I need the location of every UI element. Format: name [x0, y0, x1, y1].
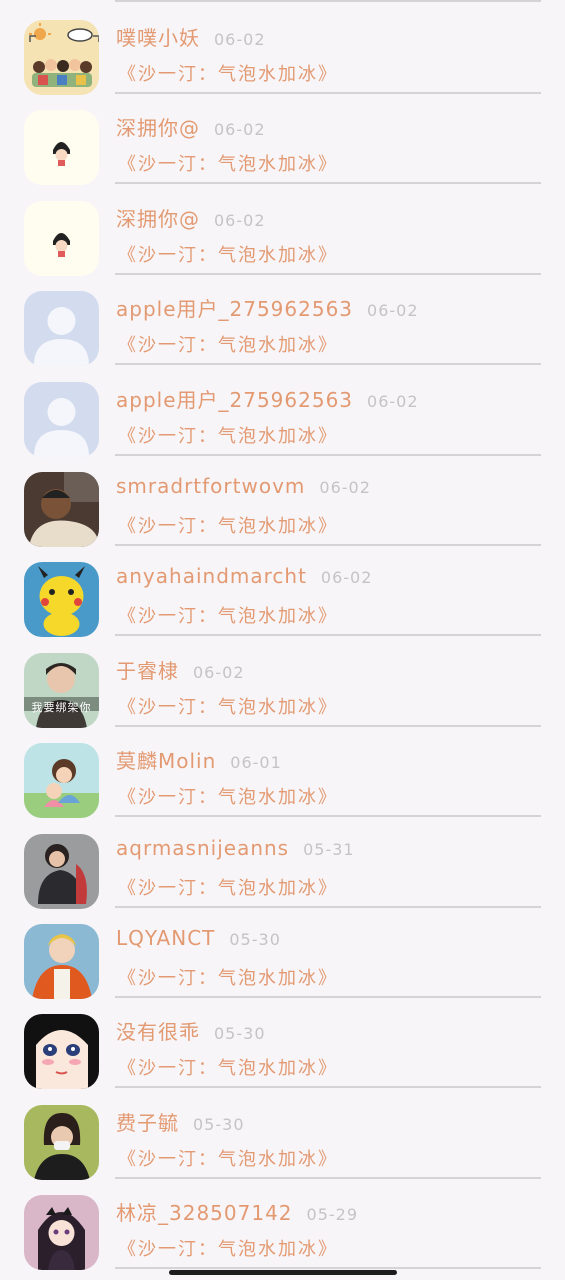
name-line: 深拥你@ 06-02 [116, 203, 266, 235]
user-name[interactable]: apple用户_275962563 [116, 293, 353, 322]
comment-date: 05-29 [306, 1205, 359, 1225]
list-item[interactable]: 深拥你@ 06-02 《沙一汀：气泡水加冰》 [0, 92, 565, 186]
list-item[interactable]: 没有很乖 05-30 《沙一汀：气泡水加冰》 [0, 996, 565, 1090]
avatar[interactable] [24, 20, 99, 95]
name-line: 噗噗小妖 06-02 [116, 22, 266, 54]
avatar[interactable] [24, 924, 99, 999]
comment-date: 05-30 [193, 1114, 245, 1134]
list-item[interactable]: 深拥你@ 06-02 《沙一汀：气泡水加冰》 [0, 183, 565, 276]
avatar-caption: 我要绑架你 [31, 700, 92, 714]
list-item[interactable]: 莫麟Molin 06-01 《沙一汀：气泡水加冰》 [0, 725, 565, 819]
name-line: LQYANCT 05-30 [116, 926, 281, 958]
avatar[interactable] [24, 743, 99, 819]
comment-text: 《沙一汀：气泡水加冰》 [118, 877, 338, 899]
user-name[interactable]: 深拥你@ [116, 112, 200, 141]
comment-date: 06-01 [230, 753, 282, 773]
avatar[interactable] [24, 562, 99, 638]
user-name[interactable]: apple用户_275962563 [116, 384, 353, 413]
user-name[interactable]: LQYANCT [116, 926, 215, 950]
comment-text: 《沙一汀：气泡水加冰》 [118, 1058, 338, 1080]
list-item[interactable]: aqrmasnijeanns 05-31 《沙一汀：气泡水加冰》 [0, 816, 565, 909]
avatar[interactable] [24, 472, 99, 547]
comment-date: 06-02 [367, 391, 419, 411]
comment-date: 06-02 [214, 30, 266, 49]
comment-text: 《沙一汀：气泡水加冰》 [118, 335, 338, 357]
avatar[interactable]: 我要绑架你 [24, 652, 99, 728]
name-line: 深拥你@ 06-02 [116, 112, 266, 144]
comment-date: 06-02 [367, 301, 419, 321]
avatar[interactable] [24, 1014, 99, 1090]
name-line: aqrmasnijeanns 05-31 [116, 836, 355, 868]
comment-date: 06-02 [214, 210, 266, 230]
user-name[interactable]: 费子毓 [116, 1107, 179, 1136]
name-line: apple用户_275962563 06-02 [116, 293, 419, 325]
user-name[interactable]: smradrtfortwovm [116, 474, 305, 498]
comment-text: 《沙一汀：气泡水加冰》 [118, 244, 338, 266]
name-line: 于睿棣 06-02 [116, 655, 245, 687]
avatar[interactable] [24, 291, 99, 367]
avatar[interactable] [24, 381, 99, 457]
comment-text: 《沙一汀：气泡水加冰》 [118, 1239, 338, 1261]
comment-text: 《沙一汀：气泡水加冰》 [118, 64, 338, 85]
user-name[interactable]: 林凉_328507142 [116, 1197, 293, 1226]
list-item[interactable]: anyahaindmarcht 06-02 《沙一汀：气泡水加冰》 [0, 544, 565, 638]
user-name[interactable]: 噗噗小妖 [116, 22, 200, 51]
avatar[interactable] [24, 1195, 99, 1271]
name-line: 没有很乖 05-30 [116, 1016, 266, 1048]
comment-date: 05-31 [303, 839, 355, 859]
list-item[interactable]: apple用户_275962563 06-02 《沙一汀：气泡水加冰》 [0, 273, 565, 367]
list-item[interactable]: 噗噗小妖 06-02 《沙一汀：气泡水加冰》 [0, 2, 565, 95]
comment-date: 06-02 [214, 120, 266, 140]
comment-text: 《沙一汀：气泡水加冰》 [118, 606, 338, 628]
list-item[interactable]: smradrtfortwovm 06-02 《沙一汀：气泡水加冰》 [0, 454, 565, 547]
user-name[interactable]: 于睿棣 [116, 655, 179, 684]
avatar[interactable] [24, 1104, 99, 1180]
name-line: smradrtfortwovm 06-02 [116, 474, 371, 506]
user-name[interactable]: aqrmasnijeanns [116, 836, 289, 860]
list-item[interactable]: 林凉_328507142 05-29 《沙一汀：气泡水加冰》 [0, 1177, 565, 1271]
comment-date: 05-30 [229, 930, 281, 949]
name-line: 林凉_328507142 05-29 [116, 1197, 358, 1229]
avatar[interactable] [24, 200, 99, 276]
avatar[interactable] [24, 110, 99, 186]
list-item[interactable]: LQYANCT 05-30 《沙一汀：气泡水加冰》 [0, 906, 565, 999]
row-divider [115, 1267, 541, 1270]
name-line: 莫麟Molin 06-01 [116, 745, 282, 777]
comment-text: 《沙一汀：气泡水加冰》 [118, 968, 338, 989]
comment-text: 《沙一汀：气泡水加冰》 [118, 154, 338, 176]
list-item[interactable]: 我要绑架你 于睿棣 06-02 《沙一汀：气泡水加冰》 [0, 635, 565, 728]
comment-date: 06-02 [320, 568, 373, 588]
comment-date: 05-30 [214, 1024, 266, 1044]
comment-text: 《沙一汀：气泡水加冰》 [118, 787, 338, 809]
comment-date: 06-02 [319, 478, 371, 497]
comment-text: 《沙一汀：气泡水加冰》 [118, 696, 338, 718]
comment-date: 06-02 [193, 662, 245, 682]
name-line: 费子毓 05-30 [116, 1107, 245, 1139]
name-line: apple用户_275962563 06-02 [116, 384, 419, 416]
user-name[interactable]: 没有很乖 [116, 1016, 200, 1045]
user-name[interactable]: 莫麟Molin [116, 745, 216, 774]
user-name[interactable]: 深拥你@ [116, 203, 200, 232]
user-name[interactable]: anyahaindmarcht [116, 564, 307, 588]
home-indicator[interactable] [169, 1270, 397, 1275]
list-item[interactable]: 费子毓 05-30 《沙一汀：气泡水加冰》 [0, 1087, 565, 1180]
list-item[interactable]: apple用户_275962563 06-02 《沙一汀：气泡水加冰》 [0, 364, 565, 457]
comment-text: 《沙一汀：气泡水加冰》 [118, 425, 338, 447]
avatar[interactable] [24, 833, 99, 909]
comment-text: 《沙一汀：气泡水加冰》 [118, 1148, 338, 1170]
name-line: anyahaindmarcht 06-02 [116, 564, 372, 596]
comment-text: 《沙一汀：气泡水加冰》 [118, 516, 338, 537]
